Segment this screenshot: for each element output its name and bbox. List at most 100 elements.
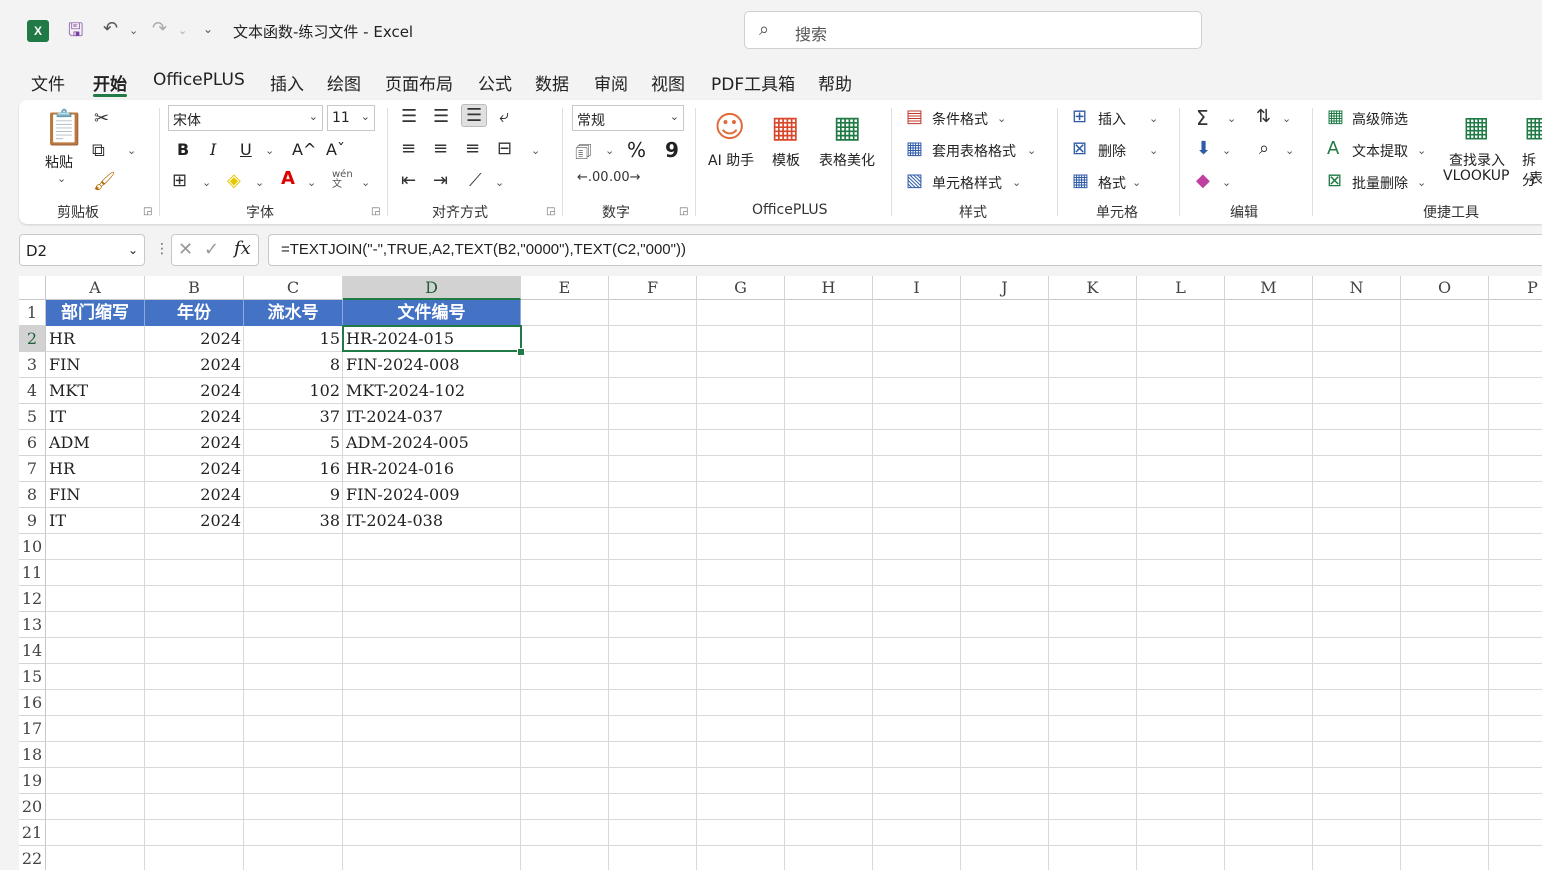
comma-button[interactable]: 9 <box>665 138 679 162</box>
cell-c9[interactable]: 38 <box>244 508 343 534</box>
undo-dropdown-icon[interactable]: ⌄ <box>129 24 138 37</box>
cell-b9[interactable]: 2024 <box>145 508 244 534</box>
cell-b5[interactable]: 2024 <box>145 404 244 430</box>
chevron-down-icon[interactable]: ⌄ <box>1222 144 1231 157</box>
align-center-icon[interactable]: ≡ <box>433 138 448 159</box>
row-header-8[interactable]: 8 <box>19 482 46 508</box>
cell-a4[interactable]: MKT <box>46 378 145 404</box>
format-painter-icon[interactable]: 🖌 <box>93 171 116 192</box>
copy-dropdown-icon[interactable]: ⌄ <box>127 144 136 157</box>
cell-c3[interactable]: 8 <box>244 352 343 378</box>
bold-button[interactable]: B <box>177 140 189 159</box>
cell-b2[interactable]: 2024 <box>145 326 244 352</box>
cell-a8[interactable]: FIN <box>46 482 145 508</box>
merge-dropdown-icon[interactable]: ⌄ <box>531 144 540 157</box>
batch-delete-icon[interactable]: ⊠ <box>1327 170 1342 191</box>
clear-icon[interactable]: ◆ <box>1196 170 1210 191</box>
chevron-down-icon[interactable]: ⌄ <box>1027 144 1036 157</box>
delete-cells-button[interactable]: 删除 <box>1098 141 1126 161</box>
cell-c2[interactable]: 15 <box>244 326 343 352</box>
column-header-m[interactable]: M <box>1225 276 1313 300</box>
cell-b4[interactable]: 2024 <box>145 378 244 404</box>
paste-icon[interactable]: 📋 <box>43 108 85 148</box>
select-all-button[interactable] <box>19 276 46 300</box>
cell-c8[interactable]: 9 <box>244 482 343 508</box>
row-header-6[interactable]: 6 <box>19 430 46 456</box>
row-header-9[interactable]: 9 <box>19 508 46 534</box>
template-button[interactable]: 模板 <box>772 150 800 170</box>
column-header-a[interactable]: A <box>46 276 145 300</box>
cell-b3[interactable]: 2024 <box>145 352 244 378</box>
chevron-down-icon[interactable]: ⌄ <box>1132 176 1141 189</box>
name-box[interactable]: D2 ⌄ <box>19 234 145 266</box>
header-cell-a[interactable]: 部门缩写 <box>46 300 145 326</box>
phonetic-guide-button[interactable]: wén 文 <box>332 170 353 190</box>
header-cell-b[interactable]: 年份 <box>145 300 244 326</box>
cell-c5[interactable]: 37 <box>244 404 343 430</box>
column-header-k[interactable]: K <box>1049 276 1137 300</box>
save-icon[interactable]: 🖫 <box>68 18 83 48</box>
increase-decimal-icon[interactable]: ←.00 <box>577 170 609 185</box>
fill-color-dropdown-icon[interactable]: ⌄ <box>255 176 264 189</box>
text-extract-button[interactable]: 文本提取 <box>1352 141 1408 161</box>
cell-c7[interactable]: 16 <box>244 456 343 482</box>
worksheet-grid[interactable]: ABCDEFGHIJKLMNOP 1 2 3 4 5 6 7 8 9 10 11 12 13 14 15 16… <box>19 276 1542 870</box>
alignment-launcher-icon[interactable]: ◲ <box>546 206 555 217</box>
column-header-o[interactable]: O <box>1401 276 1489 300</box>
row-header-1[interactable]: 1 <box>19 300 46 326</box>
cell-a2[interactable]: HR <box>46 326 145 352</box>
row-header-7[interactable]: 7 <box>19 456 46 482</box>
font-color-icon[interactable]: A <box>281 168 295 189</box>
tab-data[interactable]: 数据 <box>535 70 569 95</box>
fill-icon[interactable]: ⬇ <box>1196 138 1211 159</box>
batch-delete-button[interactable]: 批量删除 <box>1352 173 1408 193</box>
font-size-select[interactable]: 11 ⌄ <box>327 105 375 131</box>
conditional-format-icon[interactable]: ▤ <box>906 106 923 127</box>
conditional-format-button[interactable]: 条件格式 <box>932 109 988 129</box>
wrap-text-icon[interactable]: ⤶ <box>499 106 509 127</box>
find-select-icon[interactable]: ⌕ <box>1259 138 1269 159</box>
currency-icon[interactable]: 🗊 <box>575 140 592 170</box>
clipboard-launcher-icon[interactable]: ◲ <box>143 206 152 217</box>
row-header-11[interactable]: 11 <box>19 560 46 586</box>
grow-font-button[interactable]: A^ <box>292 140 316 159</box>
row-header-10[interactable]: 10 <box>19 534 46 560</box>
row-header-16[interactable]: 16 <box>19 690 46 716</box>
delete-cells-icon[interactable]: ⊠ <box>1072 138 1087 159</box>
row-header-17[interactable]: 17 <box>19 716 46 742</box>
cell-styles-icon[interactable]: ▧ <box>906 170 923 191</box>
row-header-18[interactable]: 18 <box>19 742 46 768</box>
chevron-down-icon[interactable]: ⌄ <box>1417 176 1426 189</box>
search-input[interactable]: ⌕ 搜索 <box>744 11 1202 49</box>
chevron-down-icon[interactable]: ⌄ <box>1285 144 1294 157</box>
enter-icon[interactable]: ✓ <box>204 239 219 260</box>
format-as-table-button[interactable]: 套用表格格式 <box>932 141 1016 161</box>
text-extract-icon[interactable]: A <box>1327 138 1339 159</box>
cell-a5[interactable]: IT <box>46 404 145 430</box>
cancel-icon[interactable]: ✕ <box>178 239 193 260</box>
copy-icon[interactable]: ⧉ <box>92 140 105 161</box>
cell-b8[interactable]: 2024 <box>145 482 244 508</box>
autosum-icon[interactable]: Σ <box>1196 106 1209 130</box>
italic-button[interactable]: I <box>210 140 216 159</box>
table-beautify-button[interactable]: 表格美化 <box>819 150 875 170</box>
vlookup-icon[interactable]: ▦ <box>1463 110 1489 143</box>
cell-d3[interactable]: FIN-2024-008 <box>343 352 521 378</box>
merge-center-icon[interactable]: ⊟ <box>497 138 512 159</box>
sort-filter-icon[interactable]: ⇅ <box>1256 106 1271 127</box>
column-header-p[interactable]: P <box>1489 276 1542 300</box>
cell-c4[interactable]: 102 <box>244 378 343 404</box>
redo-icon[interactable]: ↷ <box>152 18 167 39</box>
tab-formulas[interactable]: 公式 <box>478 70 512 95</box>
formula-input[interactable]: =TEXTJOIN("-",TRUE,A2,TEXT(B2,"0000"),TE… <box>268 234 1542 266</box>
customize-qat-icon[interactable]: ⌄ <box>203 22 213 36</box>
fill-handle[interactable] <box>517 348 525 356</box>
header-cell-d[interactable]: 文件编号 <box>343 300 521 326</box>
row-header-3[interactable]: 3 <box>19 352 46 378</box>
percent-button[interactable]: % <box>627 138 646 162</box>
row-header-13[interactable]: 13 <box>19 612 46 638</box>
align-middle-icon[interactable]: ☰ <box>433 106 449 127</box>
row-header-2[interactable]: 2 <box>19 326 46 352</box>
align-bottom-icon[interactable]: ☰ <box>461 104 488 127</box>
table-beautify-icon[interactable]: ▦ <box>833 110 861 145</box>
